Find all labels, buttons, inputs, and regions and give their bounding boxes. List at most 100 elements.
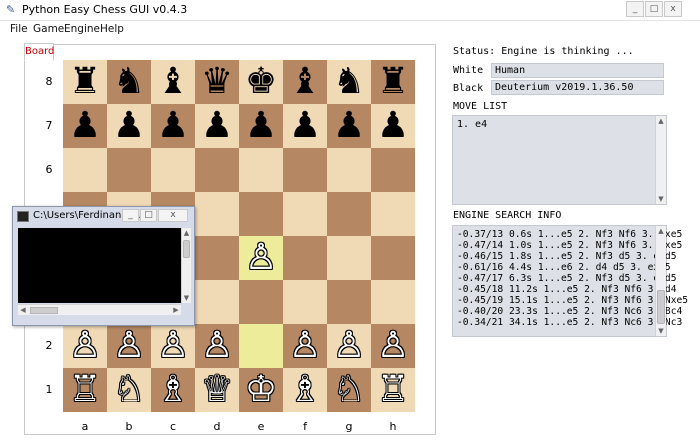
square-g7[interactable]: ♟ — [327, 104, 371, 148]
square-d5[interactable] — [195, 192, 239, 236]
square-f3[interactable] — [283, 280, 327, 324]
tab-board[interactable]: Board — [24, 43, 54, 61]
square-a1[interactable]: ♖ — [63, 368, 107, 412]
square-f2[interactable]: ♙ — [283, 324, 327, 368]
square-d3[interactable] — [195, 280, 239, 324]
engine-search-box[interactable]: -0.37/13 0.6s 1...e5 2. Nf3 Nf6 3. Nxe5-… — [452, 225, 688, 337]
square-e1[interactable]: ♔ — [239, 368, 283, 412]
chess-piece-icon[interactable]: ♙ — [289, 325, 321, 366]
chess-piece-icon[interactable]: ♙ — [157, 325, 189, 366]
menu-engine[interactable]: Engine — [64, 22, 100, 36]
chess-piece-icon[interactable]: ♜ — [377, 61, 409, 102]
scroll-thumb[interactable] — [30, 307, 58, 314]
square-a2[interactable]: ♙ — [63, 324, 107, 368]
square-a6[interactable] — [63, 148, 107, 192]
chess-piece-icon[interactable]: ♟ — [69, 105, 101, 146]
square-b8[interactable]: ♞ — [107, 60, 151, 104]
menu-help[interactable]: Help — [100, 22, 124, 36]
scroll-up-icon[interactable]: ▲ — [656, 226, 666, 236]
square-g5[interactable] — [327, 192, 371, 236]
chess-piece-icon[interactable]: ♞ — [113, 61, 145, 102]
chess-piece-icon[interactable]: ♕ — [201, 369, 233, 410]
white-player-field[interactable]: Human — [491, 63, 664, 78]
scroll-down-icon[interactable]: ▼ — [656, 194, 666, 204]
menu-game[interactable]: Game — [33, 22, 64, 36]
console-close-button[interactable]: x — [158, 209, 188, 222]
chess-piece-icon[interactable]: ♙ — [69, 325, 101, 366]
square-e6[interactable] — [239, 148, 283, 192]
square-f8[interactable]: ♝ — [283, 60, 327, 104]
scroll-left-icon[interactable]: ◀ — [18, 305, 28, 315]
chess-piece-icon[interactable]: ♟ — [201, 105, 233, 146]
square-d4[interactable] — [195, 236, 239, 280]
chess-piece-icon[interactable]: ♘ — [113, 369, 145, 410]
scroll-up-icon[interactable]: ▲ — [182, 228, 191, 238]
square-b7[interactable]: ♟ — [107, 104, 151, 148]
chess-piece-icon[interactable]: ♙ — [377, 325, 409, 366]
chess-piece-icon[interactable]: ♝ — [289, 61, 321, 102]
chess-piece-icon[interactable]: ♟ — [113, 105, 145, 146]
chess-piece-icon[interactable]: ♖ — [69, 369, 101, 410]
square-f7[interactable]: ♟ — [283, 104, 327, 148]
square-d1[interactable]: ♕ — [195, 368, 239, 412]
square-a8[interactable]: ♜ — [63, 60, 107, 104]
square-b6[interactable] — [107, 148, 151, 192]
square-f6[interactable] — [283, 148, 327, 192]
chess-piece-icon[interactable]: ♙ — [333, 325, 365, 366]
square-e4[interactable]: ♙ — [239, 236, 283, 280]
scroll-up-icon[interactable]: ▲ — [656, 116, 666, 126]
square-e3[interactable] — [239, 280, 283, 324]
square-d2[interactable]: ♙ — [195, 324, 239, 368]
square-c8[interactable]: ♝ — [151, 60, 195, 104]
close-button[interactable]: x — [664, 1, 682, 17]
console-hscrollbar[interactable]: ◀ ▶ — [18, 304, 181, 315]
chess-piece-icon[interactable]: ♞ — [333, 61, 365, 102]
square-h6[interactable] — [371, 148, 415, 192]
console-maximize-button[interactable]: □ — [140, 209, 157, 222]
square-f4[interactable] — [283, 236, 327, 280]
square-d7[interactable]: ♟ — [195, 104, 239, 148]
square-e5[interactable] — [239, 192, 283, 236]
chess-piece-icon[interactable]: ♗ — [157, 369, 189, 410]
chess-piece-icon[interactable]: ♙ — [245, 237, 277, 278]
chess-piece-icon[interactable]: ♖ — [377, 369, 409, 410]
square-h8[interactable]: ♜ — [371, 60, 415, 104]
minimize-button[interactable]: _ — [626, 1, 644, 17]
chess-piece-icon[interactable]: ♜ — [69, 61, 101, 102]
chess-piece-icon[interactable]: ♙ — [113, 325, 145, 366]
square-a7[interactable]: ♟ — [63, 104, 107, 148]
square-g3[interactable] — [327, 280, 371, 324]
chess-piece-icon[interactable]: ♟ — [157, 105, 189, 146]
chess-piece-icon[interactable]: ♟ — [333, 105, 365, 146]
square-g6[interactable] — [327, 148, 371, 192]
square-h3[interactable] — [371, 280, 415, 324]
chess-piece-icon[interactable]: ♚ — [245, 61, 277, 102]
engine-search-scrollbar[interactable]: ▲ ▼ — [655, 226, 666, 336]
scroll-thumb[interactable] — [657, 290, 665, 324]
square-g1[interactable]: ♘ — [327, 368, 371, 412]
square-e2[interactable] — [239, 324, 283, 368]
move-list-box[interactable]: 1. e4 ▲ ▼ — [452, 115, 667, 205]
square-g8[interactable]: ♞ — [327, 60, 371, 104]
square-f5[interactable] — [283, 192, 327, 236]
menu-file[interactable]: File — [10, 22, 28, 36]
square-g2[interactable]: ♙ — [327, 324, 371, 368]
square-d8[interactable]: ♛ — [195, 60, 239, 104]
console-vscrollbar[interactable]: ▲ ▼ — [181, 228, 191, 303]
square-b2[interactable]: ♙ — [107, 324, 151, 368]
scroll-thumb[interactable] — [183, 240, 190, 258]
square-f1[interactable]: ♗ — [283, 368, 327, 412]
scroll-right-icon[interactable]: ▶ — [171, 305, 181, 315]
chess-piece-icon[interactable]: ♘ — [333, 369, 365, 410]
scroll-down-icon[interactable]: ▼ — [656, 326, 666, 336]
black-player-field[interactable]: Deuterium v2019.1.36.50 — [491, 80, 664, 95]
console-window[interactable]: C:\Users\Ferdinand\... _ □ x ▲ ▼ ◀ ▶ — [12, 206, 195, 326]
square-c2[interactable]: ♙ — [151, 324, 195, 368]
square-h2[interactable]: ♙ — [371, 324, 415, 368]
square-e7[interactable]: ♟ — [239, 104, 283, 148]
move-list-scrollbar[interactable]: ▲ ▼ — [655, 116, 666, 204]
square-c6[interactable] — [151, 148, 195, 192]
square-g4[interactable] — [327, 236, 371, 280]
console-minimize-button[interactable]: _ — [122, 209, 139, 222]
square-e8[interactable]: ♚ — [239, 60, 283, 104]
